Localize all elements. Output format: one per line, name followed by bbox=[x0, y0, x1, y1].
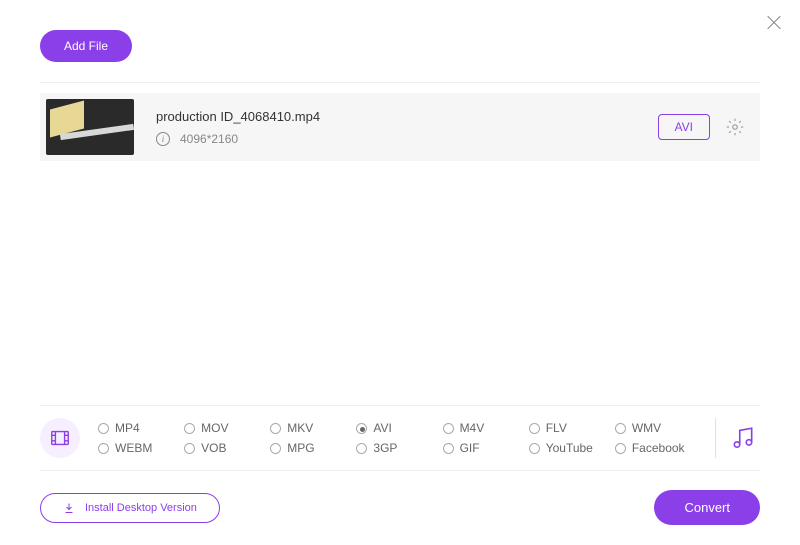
divider bbox=[715, 418, 716, 458]
format-badge[interactable]: AVI bbox=[658, 114, 710, 140]
radio-icon bbox=[184, 423, 195, 434]
format-label: 3GP bbox=[373, 441, 397, 455]
format-label: MOV bbox=[201, 421, 228, 435]
format-label: VOB bbox=[201, 441, 226, 455]
format-option-avi[interactable]: AVI bbox=[356, 421, 442, 435]
format-label: MP4 bbox=[115, 421, 140, 435]
format-option-3gp[interactable]: 3GP bbox=[356, 441, 442, 455]
radio-icon bbox=[270, 423, 281, 434]
install-desktop-button[interactable]: Install Desktop Version bbox=[40, 493, 220, 523]
radio-icon bbox=[98, 423, 109, 434]
install-label: Install Desktop Version bbox=[85, 502, 197, 514]
format-label: FLV bbox=[546, 421, 567, 435]
radio-icon bbox=[270, 443, 281, 454]
format-option-mkv[interactable]: MKV bbox=[270, 421, 356, 435]
audio-category-icon[interactable] bbox=[730, 425, 756, 451]
format-label: Facebook bbox=[632, 441, 685, 455]
format-label: MPG bbox=[287, 441, 314, 455]
format-option-gif[interactable]: GIF bbox=[443, 441, 529, 455]
format-option-mpg[interactable]: MPG bbox=[270, 441, 356, 455]
video-category-icon[interactable] bbox=[40, 418, 80, 458]
radio-icon bbox=[443, 443, 454, 454]
format-option-wmv[interactable]: WMV bbox=[615, 421, 701, 435]
format-grid: MP4 MOV MKV AVI M4V FLV WMV WEBM VOB MPG 3GP GIF You… bbox=[98, 421, 701, 455]
info-icon[interactable]: i bbox=[156, 132, 170, 146]
format-label: GIF bbox=[460, 441, 480, 455]
radio-icon bbox=[529, 423, 540, 434]
radio-icon bbox=[184, 443, 195, 454]
download-icon bbox=[63, 502, 75, 514]
radio-icon bbox=[356, 443, 367, 454]
add-file-button[interactable]: Add File bbox=[40, 30, 132, 62]
format-label: MKV bbox=[287, 421, 313, 435]
file-meta: i 4096*2160 bbox=[156, 132, 658, 146]
file-row: production ID_4068410.mp4 i 4096*2160 AV… bbox=[40, 93, 760, 161]
format-option-youtube[interactable]: YouTube bbox=[529, 441, 615, 455]
format-option-vob[interactable]: VOB bbox=[184, 441, 270, 455]
radio-icon bbox=[443, 423, 454, 434]
divider bbox=[40, 470, 760, 471]
radio-icon bbox=[98, 443, 109, 454]
file-name: production ID_4068410.mp4 bbox=[156, 109, 658, 124]
radio-icon bbox=[615, 443, 626, 454]
video-thumbnail[interactable] bbox=[46, 99, 134, 155]
format-option-flv[interactable]: FLV bbox=[529, 421, 615, 435]
format-label: YouTube bbox=[546, 441, 593, 455]
format-option-mov[interactable]: MOV bbox=[184, 421, 270, 435]
format-label: WMV bbox=[632, 421, 661, 435]
bottom-bar: Install Desktop Version Convert bbox=[40, 490, 760, 525]
format-label: AVI bbox=[373, 421, 391, 435]
gear-icon[interactable] bbox=[726, 118, 744, 136]
radio-icon bbox=[356, 423, 367, 434]
format-label: WEBM bbox=[115, 441, 152, 455]
close-icon[interactable] bbox=[766, 14, 782, 30]
divider bbox=[40, 82, 760, 83]
resolution-text: 4096*2160 bbox=[180, 132, 238, 146]
convert-button[interactable]: Convert bbox=[654, 490, 760, 525]
format-option-m4v[interactable]: M4V bbox=[443, 421, 529, 435]
format-option-facebook[interactable]: Facebook bbox=[615, 441, 701, 455]
format-section: MP4 MOV MKV AVI M4V FLV WMV WEBM VOB MPG 3GP GIF You… bbox=[40, 405, 760, 471]
file-info: production ID_4068410.mp4 i 4096*2160 bbox=[156, 109, 658, 146]
format-label: M4V bbox=[460, 421, 485, 435]
format-option-webm[interactable]: WEBM bbox=[98, 441, 184, 455]
format-option-mp4[interactable]: MP4 bbox=[98, 421, 184, 435]
divider bbox=[40, 405, 760, 406]
radio-icon bbox=[529, 443, 540, 454]
radio-icon bbox=[615, 423, 626, 434]
